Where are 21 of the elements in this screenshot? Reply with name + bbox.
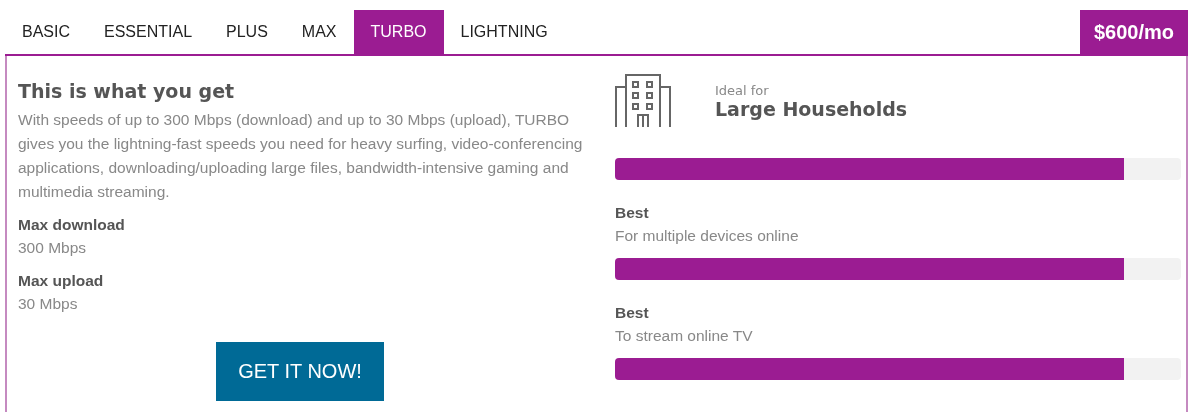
plan-tab[interactable]: ESSENTIAL <box>87 10 210 54</box>
rating-title: Best <box>615 303 650 323</box>
rating-description: For multiple devices online <box>615 226 800 246</box>
plan-description: With speeds of up to 300 Mbps (download) and up to 30 Mbps (upload), TURBO gives you the lightning-fast speeds you need for heavy surfing, video-conferencing applications, downloading/uploading large files, bandwidth-intensive gaming and multimedia streaming. <box>18 110 583 202</box>
spec-label: Max download <box>18 215 126 235</box>
ideal-for-label: Ideal for <box>715 82 770 98</box>
plan-tab[interactable]: BASIC <box>5 10 87 54</box>
section-heading: This is what you get <box>18 80 236 102</box>
rating-title: Best <box>615 203 650 223</box>
price-badge: $600/mo <box>1079 10 1188 54</box>
spec-value: 300 Mbps <box>18 238 88 258</box>
plan-tab[interactable]: TURBO <box>353 10 444 54</box>
plan-tab[interactable]: PLUS <box>209 10 285 54</box>
spec-label: Max upload <box>18 271 105 291</box>
ideal-for-value: Large Households <box>715 97 908 120</box>
plan-tab[interactable]: LIGHTNING <box>443 10 565 54</box>
plan-tab[interactable]: MAX <box>284 10 354 54</box>
rating-description: To stream online TV <box>615 326 754 346</box>
spec-value: 30 Mbps <box>18 294 79 314</box>
building-icon <box>615 74 671 128</box>
get-it-now-button[interactable]: GET IT NOW! <box>216 342 384 401</box>
